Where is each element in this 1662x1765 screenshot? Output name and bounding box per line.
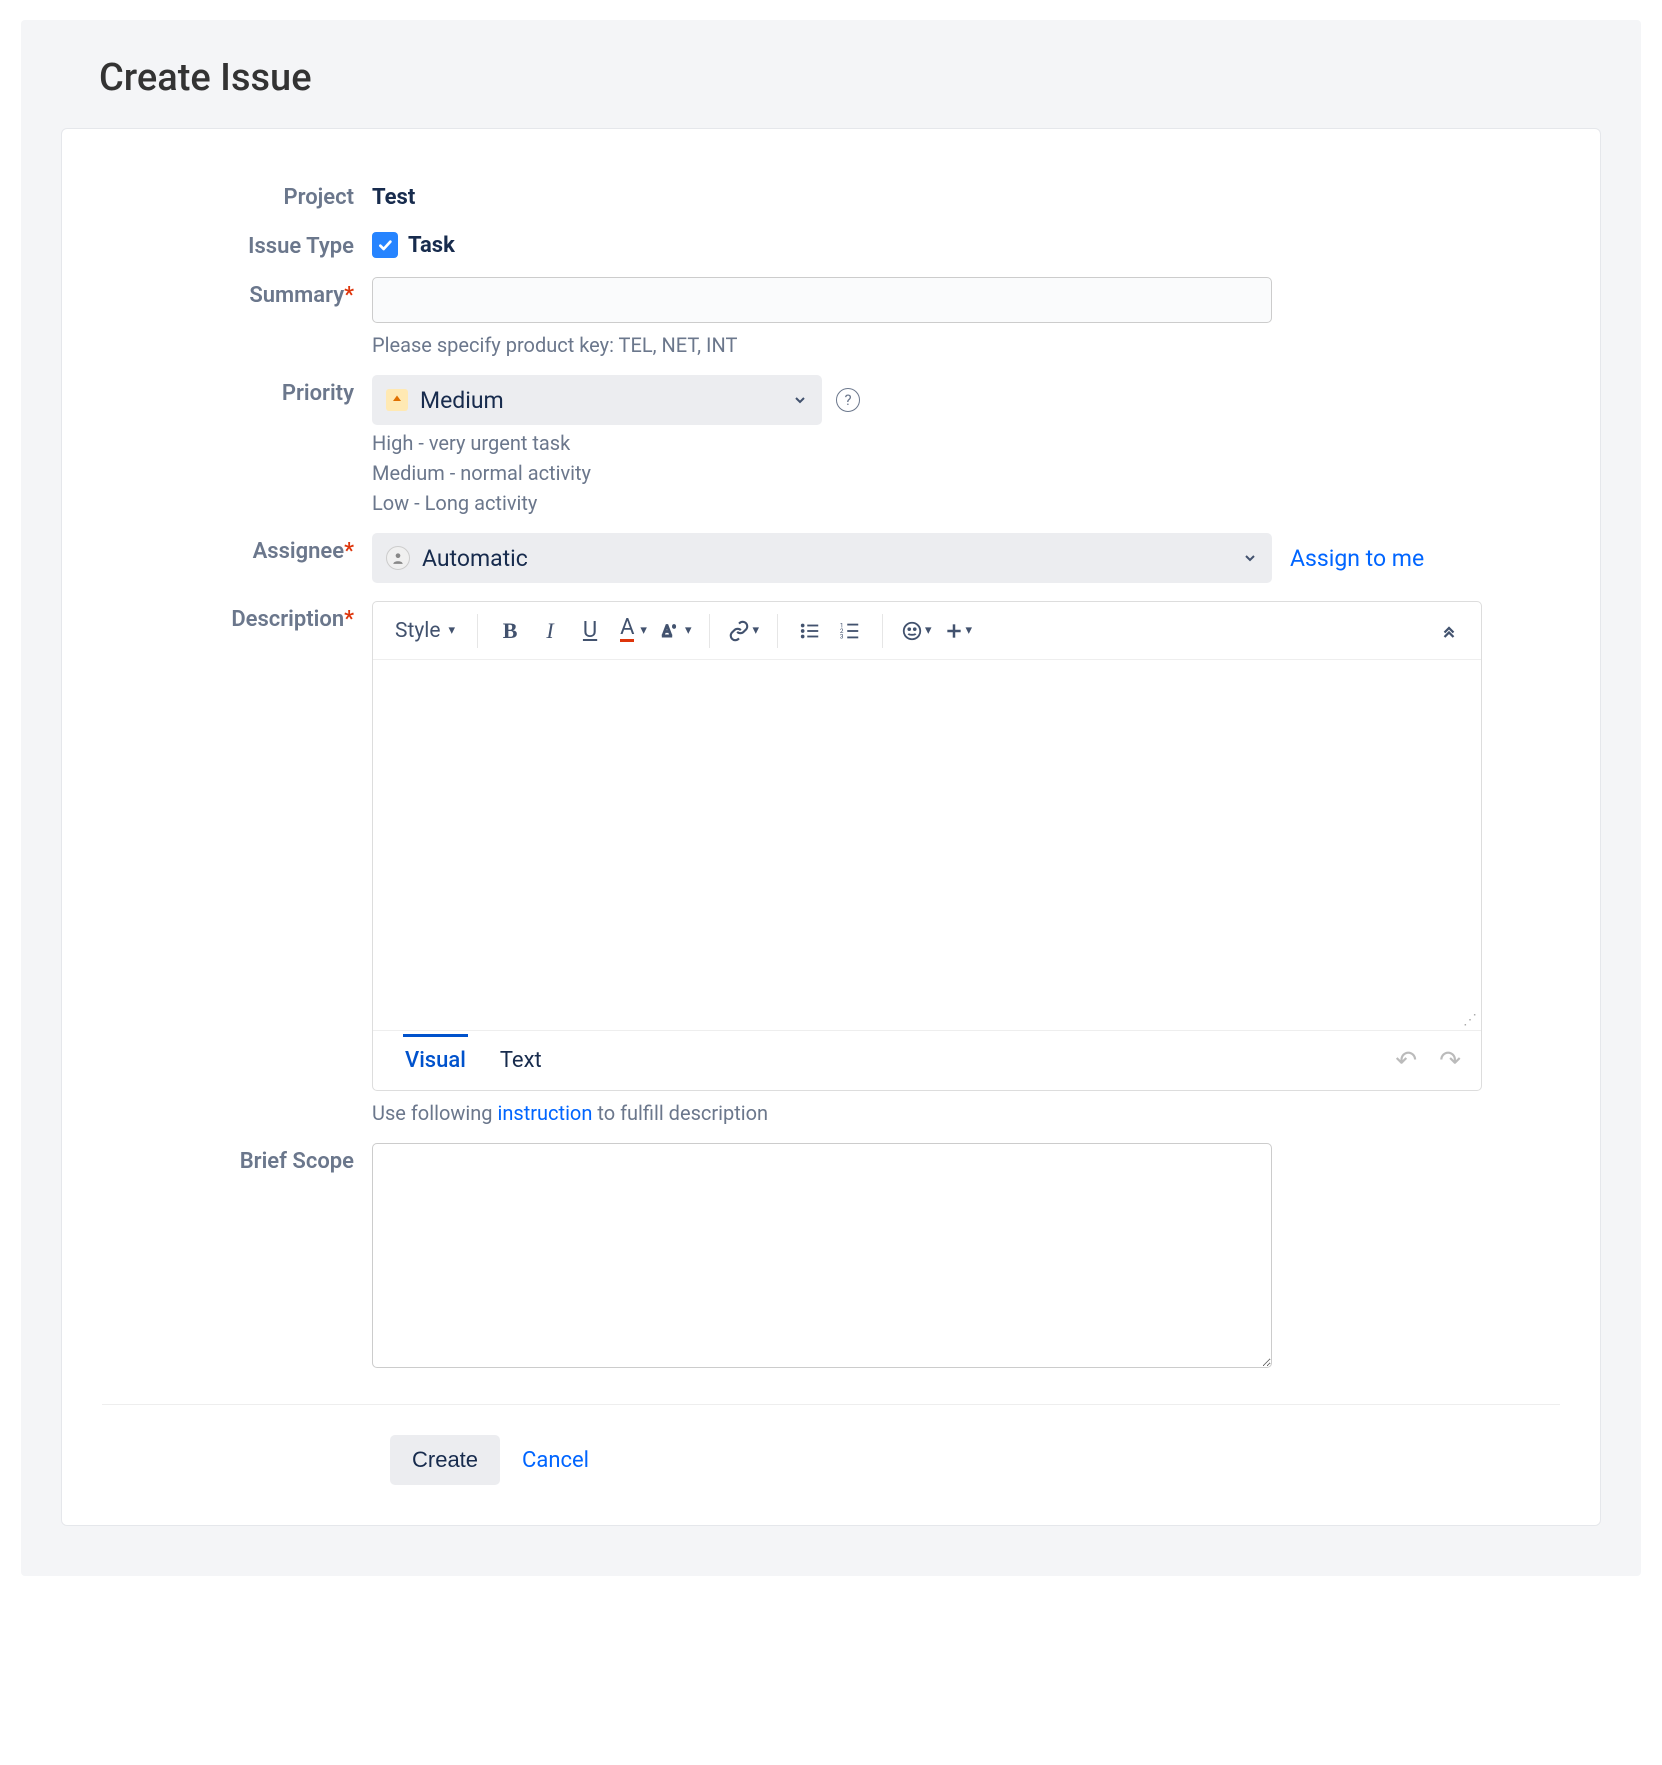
numbered-list-button[interactable]: 123 — [832, 611, 868, 651]
task-icon — [372, 232, 398, 258]
redo-button[interactable]: ↷ — [1439, 1046, 1461, 1076]
priority-help-icon[interactable]: ? — [836, 388, 860, 412]
tab-visual[interactable]: Visual — [403, 1034, 468, 1087]
brief-scope-textarea[interactable] — [372, 1143, 1272, 1368]
avatar-icon — [386, 546, 410, 570]
row-summary: Summary* Please specify product key: TEL… — [102, 277, 1560, 357]
priority-value: Medium — [420, 387, 504, 414]
page-title: Create Issue — [99, 56, 1601, 100]
instruction-link[interactable]: instruction — [497, 1101, 592, 1125]
style-dropdown[interactable]: Style▾ — [387, 611, 463, 651]
chevron-down-icon — [792, 387, 808, 414]
summary-helper: Please specify product key: TEL, NET, IN… — [372, 333, 1560, 357]
project-value: Test — [372, 179, 1560, 210]
collapse-toolbar-button[interactable] — [1431, 611, 1467, 651]
summary-input[interactable] — [372, 277, 1272, 323]
form-card: Project Test Issue Type Task Summary* — [61, 128, 1601, 1526]
label-priority: Priority — [102, 375, 372, 406]
issue-type-value: Task — [372, 228, 1560, 258]
svg-text:A: A — [663, 623, 672, 638]
description-helper: Use following instruction to fulfill des… — [372, 1101, 1560, 1125]
emoji-button[interactable]: ▾ — [897, 611, 936, 651]
divider — [102, 1404, 1560, 1405]
text-color-button[interactable]: A▾ — [612, 611, 651, 651]
description-textarea[interactable] — [373, 660, 1481, 1030]
label-summary: Summary* — [102, 277, 372, 308]
form-actions: Create Cancel — [390, 1435, 1560, 1485]
undo-button[interactable]: ↶ — [1395, 1046, 1417, 1076]
rich-text-editor: Style▾ B I U A▾ Aᵒ▾ — [372, 601, 1482, 1091]
page-container: Create Issue Project Test Issue Type Tas… — [21, 20, 1641, 1576]
label-description: Description* — [102, 601, 372, 632]
cancel-button[interactable]: Cancel — [522, 1448, 589, 1473]
row-priority: Priority Medium ? — [102, 375, 1560, 515]
priority-medium-icon — [386, 389, 408, 411]
label-assignee: Assignee* — [102, 533, 372, 564]
editor-footer: Visual Text ↶ ↷ — [373, 1030, 1481, 1090]
issue-type-text: Task — [408, 233, 455, 258]
assignee-value: Automatic — [422, 545, 528, 572]
label-project: Project — [102, 179, 372, 210]
link-button[interactable]: ▾ — [724, 611, 763, 651]
priority-select[interactable]: Medium — [372, 375, 822, 425]
svg-text:3: 3 — [840, 632, 844, 640]
underline-button[interactable]: U — [572, 611, 608, 651]
svg-text:ᵒ: ᵒ — [673, 622, 676, 631]
bullet-list-button[interactable] — [792, 611, 828, 651]
assignee-select[interactable]: Automatic — [372, 533, 1272, 583]
row-assignee: Assignee* Automatic Assi — [102, 533, 1560, 583]
priority-helper: High - very urgent task Medium - normal … — [372, 431, 1560, 515]
tab-text[interactable]: Text — [498, 1034, 544, 1087]
clear-format-button[interactable]: Aᵒ▾ — [655, 611, 696, 651]
row-issue-type: Issue Type Task — [102, 228, 1560, 259]
editor-body[interactable]: ⋰ — [373, 660, 1481, 1030]
assign-to-me-link[interactable]: Assign to me — [1290, 545, 1424, 572]
italic-button[interactable]: I — [532, 611, 568, 651]
label-brief-scope: Brief Scope — [102, 1143, 372, 1174]
bold-button[interactable]: B — [492, 611, 528, 651]
create-button[interactable]: Create — [390, 1435, 500, 1485]
row-description: Description* Style▾ B I U A▾ — [102, 601, 1560, 1125]
row-brief-scope: Brief Scope — [102, 1143, 1560, 1374]
resize-handle-icon[interactable]: ⋰ — [1463, 1012, 1477, 1028]
editor-toolbar: Style▾ B I U A▾ Aᵒ▾ — [373, 602, 1481, 660]
row-project: Project Test — [102, 179, 1560, 210]
insert-button[interactable]: ▾ — [940, 611, 977, 651]
label-issue-type: Issue Type — [102, 228, 372, 259]
chevron-down-icon — [1242, 545, 1258, 572]
